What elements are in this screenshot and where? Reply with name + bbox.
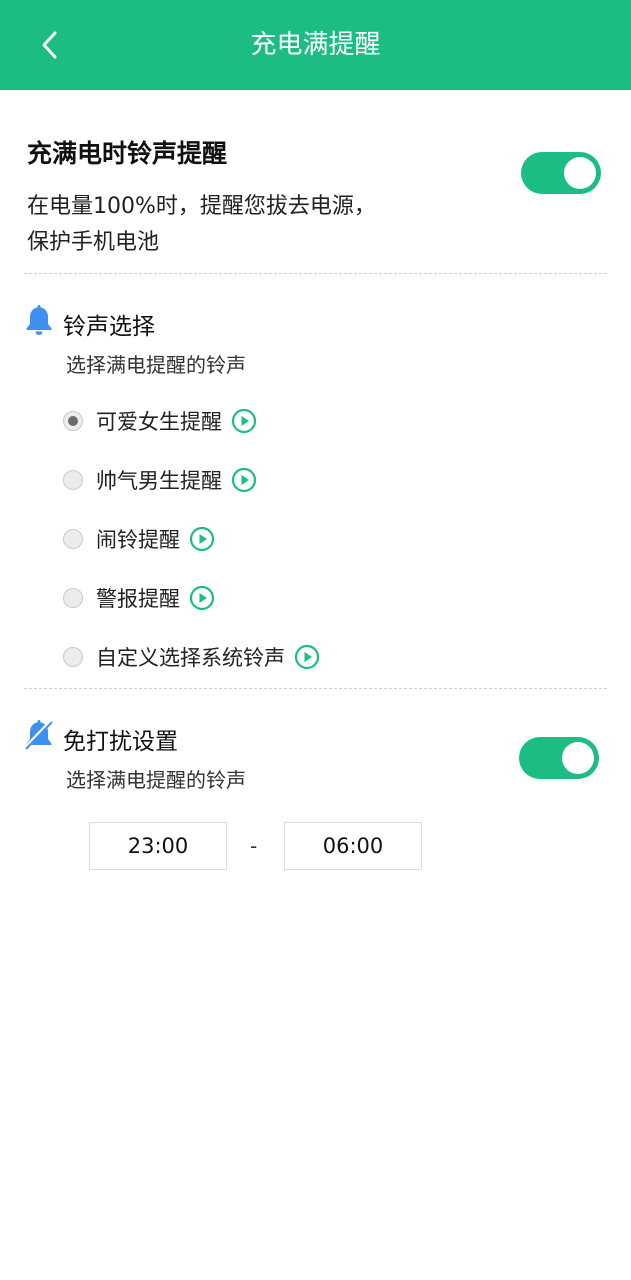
ringtone-option-cute-girl[interactable]: 可爱女生提醒 bbox=[62, 401, 257, 441]
bell-off-icon bbox=[24, 718, 54, 750]
ringtone-option-label: 闹铃提醒 bbox=[96, 528, 180, 552]
radio-button[interactable] bbox=[63, 588, 83, 608]
ringtone-option-alarm[interactable]: 闹铃提醒 bbox=[62, 519, 215, 559]
dnd-end-time[interactable]: 06:00 bbox=[284, 822, 422, 870]
toggle-knob bbox=[562, 742, 594, 774]
description-line-2: 保护手机电池 bbox=[27, 230, 160, 255]
play-icon[interactable] bbox=[294, 644, 320, 670]
divider bbox=[24, 273, 607, 274]
dnd-start-time[interactable]: 23:00 bbox=[89, 822, 227, 870]
full-charge-alert-toggle[interactable] bbox=[521, 152, 601, 194]
radio-button[interactable] bbox=[63, 647, 83, 667]
dnd-section-title: 免打扰设置 bbox=[63, 729, 178, 755]
full-charge-alert-description: 在电量100%时，提醒您拔去电源， 保护手机电池 bbox=[27, 189, 447, 261]
ringtone-option-custom-system[interactable]: 自定义选择系统铃声 bbox=[62, 637, 320, 677]
dnd-section-subtitle: 选择满电提醒的铃声 bbox=[66, 768, 246, 792]
ringtone-section-title: 铃声选择 bbox=[63, 314, 155, 340]
play-icon[interactable] bbox=[231, 467, 257, 493]
app-header: 充电满提醒 bbox=[0, 0, 631, 90]
play-icon[interactable] bbox=[189, 526, 215, 552]
ringtone-option-handsome-boy[interactable]: 帅气男生提醒 bbox=[62, 460, 257, 500]
ringtone-option-label: 自定义选择系统铃声 bbox=[96, 646, 285, 670]
dnd-toggle[interactable] bbox=[519, 737, 599, 779]
ringtone-option-label: 帅气男生提醒 bbox=[96, 469, 222, 493]
bell-icon bbox=[26, 305, 52, 335]
radio-button-selected[interactable] bbox=[63, 411, 83, 431]
play-icon[interactable] bbox=[189, 585, 215, 611]
back-button[interactable] bbox=[28, 22, 72, 68]
ringtone-option-label: 可爱女生提醒 bbox=[96, 410, 222, 434]
ringtone-option-label: 警报提醒 bbox=[96, 587, 180, 611]
full-charge-alert-title: 充满电时铃声提醒 bbox=[27, 139, 228, 168]
play-icon[interactable] bbox=[231, 408, 257, 434]
chevron-left-icon bbox=[42, 31, 57, 59]
radio-button[interactable] bbox=[63, 470, 83, 490]
radio-button[interactable] bbox=[63, 529, 83, 549]
description-line-1: 在电量100%时，提醒您拔去电源， bbox=[27, 194, 376, 219]
page-title: 充电满提醒 bbox=[250, 30, 381, 60]
toggle-knob bbox=[564, 157, 596, 189]
time-range-separator: - bbox=[250, 834, 258, 858]
ringtone-option-warning[interactable]: 警报提醒 bbox=[62, 578, 215, 618]
ringtone-section-subtitle: 选择满电提醒的铃声 bbox=[66, 353, 246, 377]
divider bbox=[24, 688, 607, 689]
